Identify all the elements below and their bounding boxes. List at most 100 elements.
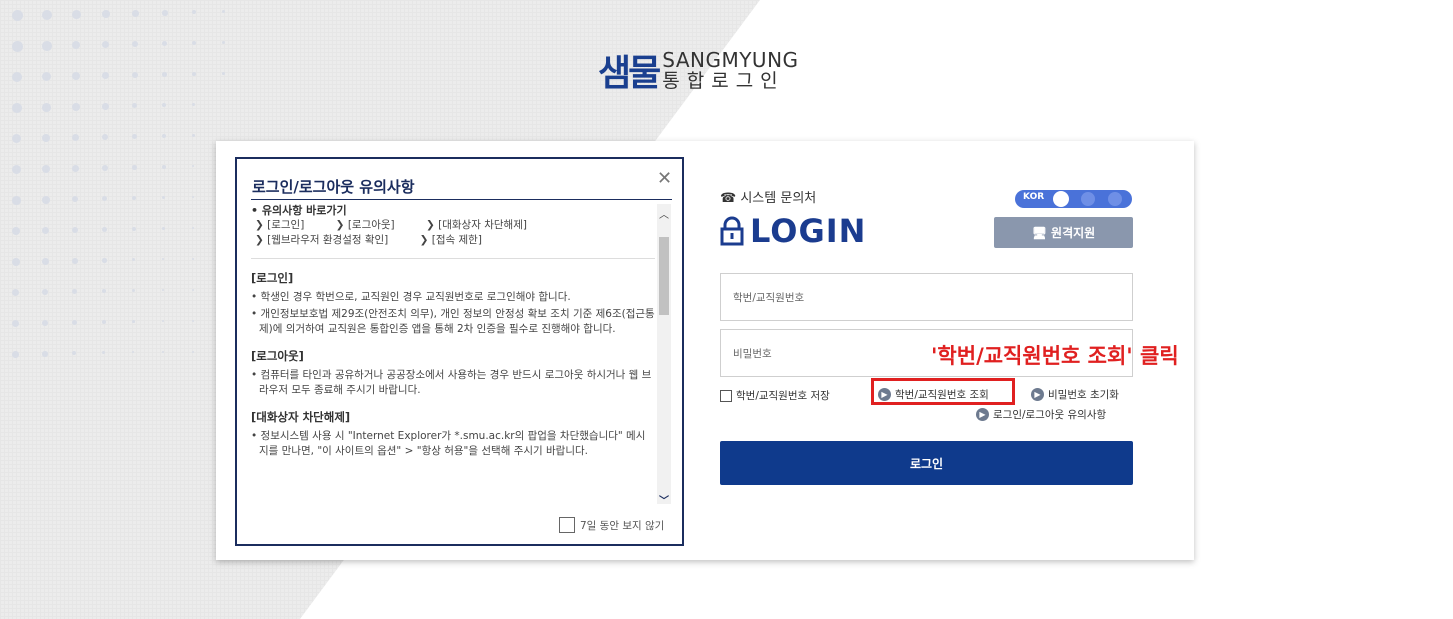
background-dot bbox=[132, 196, 137, 201]
background-dot bbox=[102, 10, 110, 18]
monitor-icon: 🖥 bbox=[1031, 225, 1048, 240]
background-dot bbox=[72, 227, 78, 233]
background-dot bbox=[192, 72, 196, 76]
background-dot bbox=[102, 165, 108, 171]
dont-show-7days[interactable]: 7일 동안 보지 않기 bbox=[559, 517, 664, 533]
background-dot bbox=[12, 289, 20, 297]
brand-english: SANGMYUNG bbox=[662, 48, 799, 72]
section-title-login: [로그인] bbox=[251, 271, 294, 285]
background-dot bbox=[72, 72, 80, 80]
system-inquiry[interactable]: ☎ 시스템 문의처 bbox=[720, 187, 816, 206]
quick-link-browser[interactable]: [웹브라우저 환경설정 확인] bbox=[267, 234, 388, 246]
background-dot bbox=[12, 258, 20, 266]
id-lookup-link[interactable]: ▶ 학번/교직원번호 조회 bbox=[878, 387, 989, 402]
login-form: ☎ 시스템 문의처 KOR LOGIN 🖥 원격지원 학번/교직원번호 비밀번호… bbox=[720, 160, 1179, 490]
background-dot bbox=[72, 258, 78, 264]
background-dot bbox=[102, 41, 110, 49]
background-dot bbox=[192, 258, 194, 260]
section-line: • 개인정보보호법 제29조(안전조치 의무), 개인 정보의 안정성 확보 조… bbox=[251, 308, 655, 335]
background-dot bbox=[72, 289, 78, 295]
background-dot bbox=[102, 134, 109, 141]
scroll-thumb[interactable] bbox=[659, 237, 669, 315]
notice-scrollbar[interactable]: ︿ ﹀ bbox=[657, 204, 671, 507]
arrow-right-icon: ▶ bbox=[878, 388, 891, 401]
background-dot bbox=[12, 134, 22, 144]
background-dot bbox=[192, 10, 197, 15]
background-dot bbox=[72, 41, 81, 50]
background-dot bbox=[162, 10, 168, 16]
section-line: • 컴퓨터를 타인과 공유하거나 공공장소에서 사용하는 경우 반드시 로그아웃… bbox=[251, 369, 652, 396]
background-dot bbox=[132, 41, 139, 48]
background-dot bbox=[72, 196, 79, 203]
brand-text: SANGMYUNG 통합로그인 bbox=[662, 50, 798, 92]
background-dot bbox=[192, 134, 195, 137]
student-id-input[interactable]: 학번/교직원번호 bbox=[720, 273, 1133, 321]
quick-link-dialog[interactable]: [대화상자 차단해제] bbox=[438, 219, 527, 231]
background-dot bbox=[192, 227, 194, 229]
login-button[interactable]: 로그인 bbox=[720, 441, 1133, 485]
quick-link-access[interactable]: [접속 제한] bbox=[432, 234, 482, 246]
background-dot bbox=[72, 351, 77, 356]
background-dot bbox=[102, 72, 109, 79]
id-lookup-label: 학번/교직원번호 조회 bbox=[895, 389, 989, 401]
chevron-down-icon[interactable]: ﹀ bbox=[659, 492, 669, 507]
section-title-logout: [로그아웃] bbox=[251, 349, 304, 363]
background-dot bbox=[162, 289, 164, 291]
background-dot bbox=[102, 289, 107, 294]
background-dot bbox=[192, 196, 194, 198]
save-id-checkbox[interactable]: 학번/교직원번호 저장 bbox=[720, 388, 830, 403]
background-dot bbox=[132, 10, 139, 17]
notice-link-label: 로그인/로그아웃 유의사항 bbox=[993, 409, 1107, 421]
background-dot bbox=[132, 351, 135, 354]
notice-popup: 로그인/로그아웃 유의사항 ✕ • 유의사항 바로가기 ❯ [로그인] ❯ [로… bbox=[235, 157, 684, 546]
pw-placeholder: 비밀번호 bbox=[733, 347, 772, 360]
section-line: • 정보시스템 사용 시 "Internet Explorer가 *.smu.a… bbox=[251, 430, 646, 457]
background-dot bbox=[102, 196, 108, 202]
background-dot bbox=[192, 103, 196, 107]
background-dot bbox=[162, 227, 165, 230]
background-dot bbox=[132, 258, 136, 262]
lang-option-icon bbox=[1108, 192, 1122, 206]
background-dot bbox=[42, 10, 52, 20]
background-dot bbox=[12, 351, 19, 358]
arrow-right-icon: ▶ bbox=[1031, 388, 1044, 401]
background-dot bbox=[192, 165, 195, 168]
background-dot bbox=[12, 10, 23, 21]
background-dot bbox=[12, 72, 23, 83]
chevron-up-icon[interactable]: ︿ bbox=[659, 206, 669, 221]
background-dot bbox=[162, 320, 164, 322]
quick-links-heading: • 유의사항 바로가기 bbox=[251, 204, 347, 217]
checkbox[interactable] bbox=[720, 389, 732, 402]
background-dot bbox=[12, 41, 23, 52]
background-dot bbox=[42, 134, 51, 143]
quick-links-row-2: ❯ [웹브라우저 환경설정 확인] ❯ [접속 제한] bbox=[255, 234, 482, 246]
quick-link-login[interactable]: [로그인] bbox=[267, 219, 304, 231]
close-icon[interactable]: ✕ bbox=[657, 168, 672, 189]
background-dot bbox=[42, 289, 49, 296]
inquiry-label: 시스템 문의처 bbox=[740, 191, 817, 206]
background-dot bbox=[42, 227, 50, 235]
background-dot bbox=[42, 41, 52, 51]
quick-link-logout[interactable]: [로그아웃] bbox=[348, 219, 395, 231]
login-heading: LOGIN bbox=[720, 212, 866, 250]
notice-title: 로그인/로그아웃 유의사항 bbox=[252, 178, 415, 196]
notice-body: • 유의사항 바로가기 ❯ [로그인] ❯ [로그아웃] ❯ [대화상자 차단해… bbox=[251, 203, 655, 512]
brand-korean: 통합로그인 bbox=[662, 70, 785, 92]
password-reset-label: 비밀번호 초기화 bbox=[1048, 389, 1119, 401]
checkbox[interactable] bbox=[559, 517, 575, 533]
notice-link[interactable]: ▶ 로그인/로그아웃 유의사항 bbox=[976, 407, 1106, 422]
background-dot bbox=[222, 41, 225, 44]
password-reset-link[interactable]: ▶ 비밀번호 초기화 bbox=[1031, 387, 1119, 402]
lang-label: KOR bbox=[1023, 192, 1045, 202]
background-dot bbox=[42, 320, 48, 326]
lock-icon bbox=[720, 216, 744, 246]
background-dot bbox=[132, 227, 136, 231]
save-id-label: 학번/교직원번호 저장 bbox=[736, 390, 830, 402]
background-dot bbox=[102, 258, 107, 263]
background-dot bbox=[72, 103, 80, 111]
background-dot bbox=[42, 165, 50, 173]
background-dot bbox=[72, 134, 80, 142]
background-dot bbox=[12, 196, 21, 205]
remote-support-button[interactable]: 🖥 원격지원 bbox=[994, 217, 1133, 248]
language-toggle[interactable]: KOR bbox=[1015, 190, 1132, 208]
